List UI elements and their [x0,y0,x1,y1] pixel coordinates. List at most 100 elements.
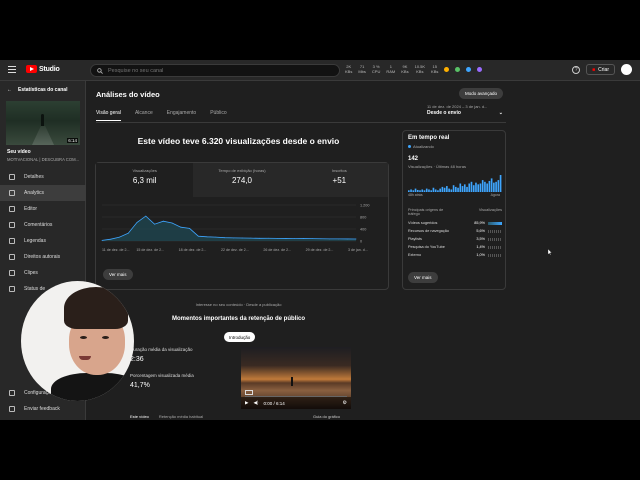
mouse-cursor-icon [548,249,552,255]
intro-chip[interactable]: Introdução [224,332,256,342]
copyright-icon [9,254,15,260]
tray-app-icon[interactable] [477,67,483,72]
metric-value: +51 [332,176,347,185]
tray-meter-unit: CPU [371,68,381,74]
tab-1[interactable]: Visão geral [96,110,121,121]
realtime-bar [430,190,433,192]
metric-label: Visualizações [132,168,157,173]
search-bar[interactable] [90,64,340,77]
create-button[interactable]: ■ Criar [586,64,615,75]
traffic-source-row: Playlists 3,5% [408,235,502,243]
metric-label: Inscritos [331,168,347,173]
views-point [197,235,199,237]
realtime-bar [414,188,417,192]
hamburger-menu-icon[interactable] [8,66,16,74]
sidebar-item-1[interactable]: Detalhes [0,169,86,185]
sidebar-bottom-item[interactable]: Enviar feedback [0,401,86,417]
account-avatar[interactable] [621,64,632,75]
y-tick-label: 0 [360,240,362,244]
sidebar-item-2[interactable]: Analytics [0,185,86,201]
volume-icon[interactable]: ◀) [253,400,258,406]
tab-3[interactable]: Engajamento [167,110,196,121]
realtime-bar [419,190,421,192]
x-tick-label: 15 de dez. de 2... [136,248,164,252]
headline: Este vídeo teve 6.320 visualizações desd… [137,136,340,146]
sidebar-item-label: Analytics [24,190,45,196]
realtime-axis-left: 48h atrás [408,193,423,197]
realtime-bar [450,189,453,192]
tray-app-icon[interactable] [444,67,450,72]
create-label: Criar [598,66,609,73]
video-thumbnail[interactable]: 6:14 [6,101,80,145]
tray-meter-unit: KBs [431,68,439,74]
status-icon [9,286,15,292]
search-input[interactable] [108,67,308,74]
live-label: Atualizando [413,144,434,149]
realtime-bar [408,190,410,192]
subtitles-icon [9,238,15,244]
sidebar-item-4[interactable]: Comentários [0,217,86,233]
traffic-sparkline [488,245,502,249]
gear-icon[interactable]: ⚙ [343,400,347,406]
realtime-bar [477,184,480,192]
sidebar-item-5[interactable]: Legendas [0,233,86,249]
views-point [259,237,261,239]
legend-this-video: Este vídeo [130,414,149,419]
tray-meter: 1 RAM [386,64,395,74]
sidebar-item-label: Enviar feedback [24,406,60,412]
moments-title: Momentos importantes da retenção de públ… [171,316,306,322]
advanced-mode-button[interactable]: Modo avançado [459,88,504,99]
date-range-picker[interactable]: 11 de dez. de 2024 – 3 de jan. d... Desd… [427,104,503,116]
traffic-source-pct: 3,5% [476,237,485,241]
x-tick-label: 3 de jan. d... [348,248,368,252]
views-point [145,215,147,217]
y-tick-label: 400 [360,228,366,232]
play-icon[interactable]: ▶ [245,400,248,406]
x-tick-label: 29 de dez. de 2... [306,248,334,252]
realtime-bar [443,187,446,192]
views-point [311,238,313,240]
metric-value: 274,0 [231,176,252,185]
studio-logo[interactable]: Studio [26,65,60,73]
sidebar-item-label: Clipes [24,270,38,276]
realtime-bar [484,181,486,192]
sidebar-item-7[interactable]: Clipes [0,265,86,281]
tab-2[interactable]: Alcance [135,110,153,121]
realtime-bar [461,186,464,192]
help-icon[interactable]: ? [572,65,581,74]
traffic-source-name: Playlists [408,237,422,241]
tab-4[interactable]: Público [210,110,226,121]
tray-app-icon[interactable] [455,67,461,72]
sidebar-item-label: Legendas [24,238,46,244]
views-point [303,238,304,239]
back-to-channel[interactable]: ← Estatísticas do canal [7,87,67,93]
metric-tile[interactable]: Inscritos +51 [290,163,388,197]
realtime-views: 142 [408,156,419,162]
analytics-tabs: Visão geral Alcance Engajamento Público [96,110,227,121]
realtime-see-more-button[interactable]: Ver mais [408,272,438,283]
realtime-bar [475,182,477,192]
sidebar-item-3[interactable]: Editor [0,201,86,217]
metric-tile[interactable]: Tempo de exibição (horas) 274,0 [193,163,291,197]
chart-guide-link[interactable]: Guia do gráfico [313,414,340,419]
traffic-source-pct: 85,9% [474,221,485,225]
realtime-bar [497,180,500,192]
views-point [119,236,120,238]
metric-tile[interactable]: Visualizações 6,3 mil [96,163,194,197]
chevron-down-icon: ⌄ [498,110,503,116]
miniplayer-icon[interactable] [245,390,253,395]
tray-app-icon[interactable] [466,67,472,72]
avg-duration-value: 2:36 [130,356,144,363]
video-player[interactable]: ▶ ◀) 0:00 / 6:14 ⚙ [241,347,351,409]
realtime-bar [437,190,439,192]
thumbnail-path [32,126,54,145]
realtime-bar [481,180,484,192]
tray-meter-unit: KBs [401,68,409,74]
traffic-source-name: Recursos de navegação [408,229,449,233]
see-more-button[interactable]: Ver mais [103,269,133,280]
tray-meter-unit: KBs [345,68,353,74]
x-tick-label: 26 de dez. de 2... [263,248,291,252]
sidebar-item-6[interactable]: Direitos autorais [0,249,86,265]
sidebar-item-label: Comentários [24,222,53,228]
traffic-source-name: Externo [408,253,422,257]
